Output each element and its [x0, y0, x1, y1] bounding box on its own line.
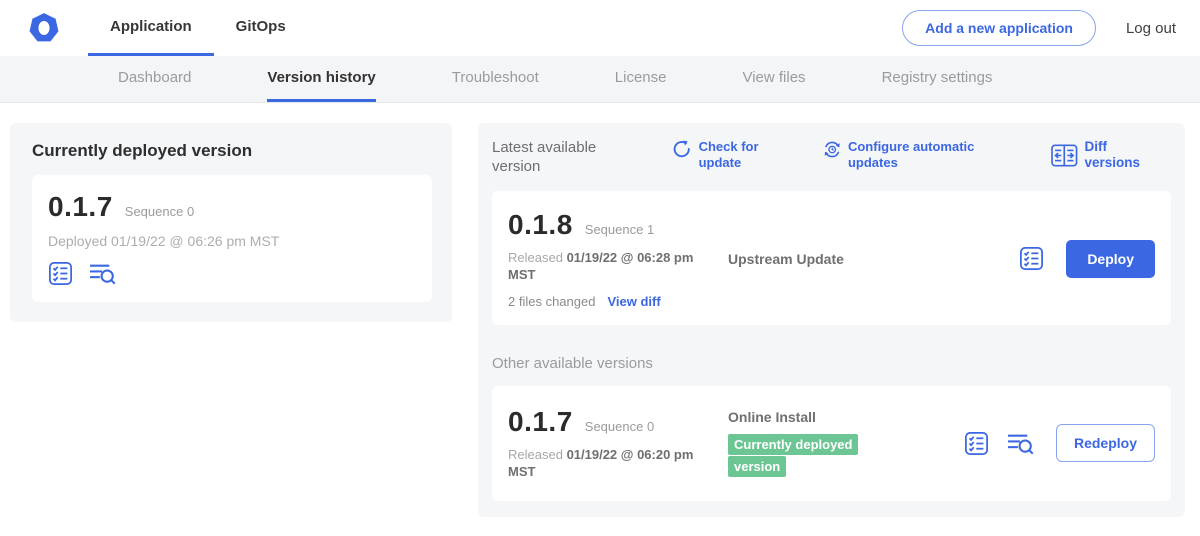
logout-link[interactable]: Log out [1126, 20, 1176, 37]
subnav-registry-settings[interactable]: Registry settings [882, 56, 993, 102]
deployed-version-card: 0.1.7 Sequence 0 Deployed 01/19/22 @ 06:… [32, 175, 432, 302]
deployed-sequence-label: Sequence 0 [125, 204, 194, 219]
heptagon-logo-icon [27, 11, 61, 45]
deploy-button[interactable]: Deploy [1066, 240, 1155, 278]
configure-automatic-updates-label: Configure automatic updates [848, 139, 993, 170]
deployed-date-text: Deployed 01/19/22 @ 06:26 pm MST [48, 233, 414, 249]
app-logo[interactable] [0, 0, 88, 56]
tab-application[interactable]: Application [88, 0, 214, 56]
latest-available-title: Latest available version [492, 139, 620, 177]
app-subnav: Dashboard Version history Troubleshoot L… [0, 56, 1200, 103]
subnav-dashboard[interactable]: Dashboard [118, 56, 191, 102]
refresh-arrow-icon [672, 139, 692, 160]
configure-automatic-updates-link[interactable]: Configure automatic updates [823, 139, 993, 170]
top-header: Application GitOps Add a new application… [0, 0, 1200, 56]
subnav-troubleshoot[interactable]: Troubleshoot [452, 56, 539, 102]
files-changed-text: 2 files changed [508, 294, 595, 309]
add-new-application-button[interactable]: Add a new application [902, 10, 1096, 46]
other-sequence-label: Sequence 0 [585, 419, 654, 434]
tab-application-label: Application [110, 18, 192, 35]
subnav-version-history[interactable]: Version history [267, 56, 375, 102]
deployed-version-number: 0.1.7 [48, 191, 113, 223]
available-versions-panel: Latest available version Check for updat… [478, 123, 1185, 517]
redeploy-button[interactable]: Redeploy [1056, 424, 1155, 462]
released-label: Released [508, 250, 563, 265]
clock-refresh-icon [823, 139, 841, 160]
released-label: Released [508, 447, 563, 462]
other-available-versions-title: Other available versions [492, 355, 1171, 372]
view-logs-icon[interactable] [1007, 431, 1034, 456]
diff-table-icon [1051, 144, 1078, 167]
check-for-update-link[interactable]: Check for update [672, 139, 765, 170]
subnav-view-files[interactable]: View files [742, 56, 805, 102]
preflight-checks-icon[interactable] [48, 261, 73, 286]
latest-version-number: 0.1.8 [508, 209, 573, 241]
subnav-license[interactable]: License [615, 56, 667, 102]
diff-versions-link[interactable]: Diff versions [1051, 139, 1165, 171]
view-logs-icon[interactable] [89, 261, 116, 286]
version-source-label: Upstream Update [728, 251, 844, 267]
tab-gitops[interactable]: GitOps [214, 0, 308, 56]
view-diff-link[interactable]: View diff [607, 294, 660, 309]
latest-sequence-label: Sequence 1 [585, 222, 654, 237]
tab-gitops-label: GitOps [236, 18, 286, 35]
primary-tabs: Application GitOps [88, 0, 308, 56]
currently-deployed-badge: Currently deployed version [728, 434, 858, 477]
diff-versions-label: Diff versions [1085, 139, 1165, 171]
preflight-checks-icon[interactable] [1019, 246, 1044, 271]
currently-deployed-title: Currently deployed version [32, 141, 432, 161]
other-version-number: 0.1.7 [508, 406, 573, 438]
preflight-checks-icon[interactable] [964, 431, 989, 456]
version-row-other: 0.1.7 Sequence 0 Released 01/19/22 @ 06:… [492, 386, 1171, 501]
version-row-latest: 0.1.8 Sequence 1 Released 01/19/22 @ 06:… [492, 191, 1171, 325]
check-for-update-label: Check for update [699, 139, 765, 170]
currently-deployed-panel: Currently deployed version 0.1.7 Sequenc… [10, 123, 452, 322]
version-source-label: Online Install [728, 409, 816, 425]
